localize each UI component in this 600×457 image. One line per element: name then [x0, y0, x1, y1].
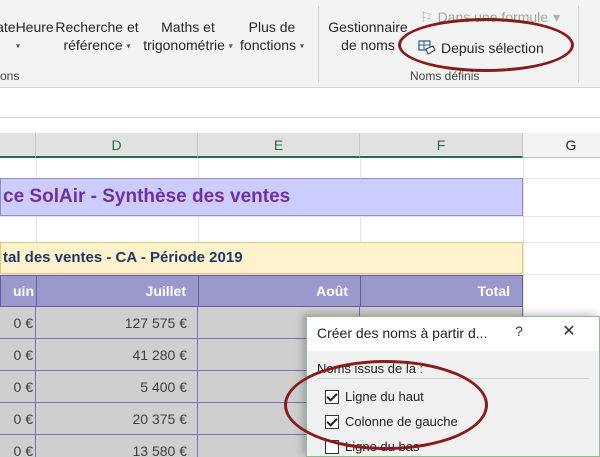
table-cell[interactable]: 0 €	[0, 339, 36, 371]
gestionnaire-noms-button[interactable]: Gestionnaire de noms	[326, 18, 410, 54]
table-cell[interactable]: 0 €	[0, 435, 36, 457]
maths-label-line2: trigonométrie	[143, 37, 225, 53]
table-header-cell[interactable]: Total	[361, 276, 522, 306]
table-cell[interactable]: 20 375 €	[36, 403, 198, 435]
plus-label-line1: Plus de	[248, 19, 296, 35]
column-headers: D E F G	[0, 133, 600, 158]
create-from-selection-icon	[418, 40, 436, 56]
close-icon[interactable]: ✕	[559, 322, 579, 342]
dateheure-dropdown-icon: ▾	[16, 41, 21, 51]
recherche-label-line2: référence	[63, 37, 123, 53]
ribbon-divider	[578, 6, 579, 82]
checkbox-ligne-du-haut[interactable]	[325, 389, 339, 404]
option-label: Ligne du haut	[345, 389, 424, 404]
help-icon[interactable]: ?	[511, 323, 527, 339]
column-header-d[interactable]: D	[36, 133, 198, 158]
option-label: Colonne de gauche	[345, 414, 458, 429]
column-header-c[interactable]	[0, 133, 36, 158]
dateheure-button[interactable]: DateHeure ▾	[0, 18, 58, 55]
dateheure-label: DateHeure	[0, 19, 54, 35]
sheet-title[interactable]: ce SolAir - Synthèse des ventes	[0, 178, 523, 216]
column-header-e[interactable]: E	[198, 133, 360, 158]
gestionnaire-label-line1: Gestionnaire	[328, 19, 408, 35]
chevron-down-icon: ▾	[228, 41, 233, 51]
group-label-bibliotheque: ons	[0, 69, 20, 83]
formula-icon: ⚐	[420, 9, 433, 25]
dialog-section-label: Noms issus de la :	[317, 361, 424, 376]
depuis-selection-button[interactable]: Depuis sélection	[418, 39, 544, 57]
ribbon-divider	[318, 6, 319, 82]
table-cell[interactable]: 0 €	[0, 403, 36, 435]
recherche-reference-button[interactable]: Recherche et référence ▾	[55, 18, 139, 55]
option-colonne-de-gauche[interactable]: Colonne de gauche	[325, 414, 458, 429]
table-header-row: uin Juillet Août Total	[0, 275, 523, 307]
plus-label-line2: fonctions	[240, 37, 297, 53]
column-header-g[interactable]: G	[523, 133, 600, 158]
checkbox-colonne-de-gauche[interactable]	[325, 414, 339, 429]
option-label: Ligne du bas	[345, 439, 420, 454]
dialog-titlebar[interactable]: Créer des noms à partir d... ? ✕	[307, 317, 599, 351]
dans-une-formule-label: Dans une formule	[437, 9, 549, 25]
table-cell[interactable]: 41 280 €	[36, 339, 198, 371]
chevron-down-icon: ▾	[299, 41, 304, 51]
table-cell[interactable]: 0 €	[0, 371, 36, 403]
table-cell[interactable]: 13 580 €	[36, 435, 198, 457]
table-header-cell[interactable]: Août	[199, 276, 361, 306]
checkbox-ligne-du-bas[interactable]	[325, 439, 339, 454]
chevron-down-icon: ▾	[126, 41, 131, 51]
option-ligne-du-bas[interactable]: Ligne du bas	[325, 439, 419, 454]
depuis-selection-label: Depuis sélection	[441, 40, 544, 56]
plus-fonctions-button[interactable]: Plus de fonctions ▾	[235, 18, 309, 55]
dialog-title: Créer des noms à partir d...	[317, 325, 488, 341]
table-cell[interactable]: 127 575 €	[36, 307, 198, 339]
formula-bar[interactable]	[0, 96, 600, 118]
table-cell[interactable]: 0 €	[0, 307, 36, 339]
ribbon: DateHeure ▾ Recherche et référence ▾ Mat…	[0, 0, 600, 88]
create-names-dialog: Créer des noms à partir d... ? ✕ Noms is…	[306, 316, 600, 457]
column-header-f[interactable]: F	[360, 133, 523, 158]
maths-label-line1: Maths et	[161, 19, 215, 35]
recherche-label-line1: Recherche et	[55, 19, 139, 35]
table-header-cell[interactable]: Juillet	[37, 276, 199, 306]
dialog-divider	[317, 378, 589, 379]
chevron-down-icon: ▾	[553, 9, 561, 25]
table-cell[interactable]: 5 400 €	[36, 371, 198, 403]
table-header-cell[interactable]: uin	[1, 276, 37, 306]
sheet-subtitle[interactable]: tal des ventes - CA - Période 2019	[0, 242, 523, 274]
group-label-noms-definis: Noms définis	[410, 69, 480, 83]
dans-une-formule-button[interactable]: ⚐ Dans une formule ▾	[420, 8, 560, 26]
gestionnaire-label-line2: de noms	[341, 37, 395, 53]
maths-trigo-button[interactable]: Maths et trigonométrie ▾	[138, 18, 238, 55]
option-ligne-du-haut[interactable]: Ligne du haut	[325, 389, 424, 404]
